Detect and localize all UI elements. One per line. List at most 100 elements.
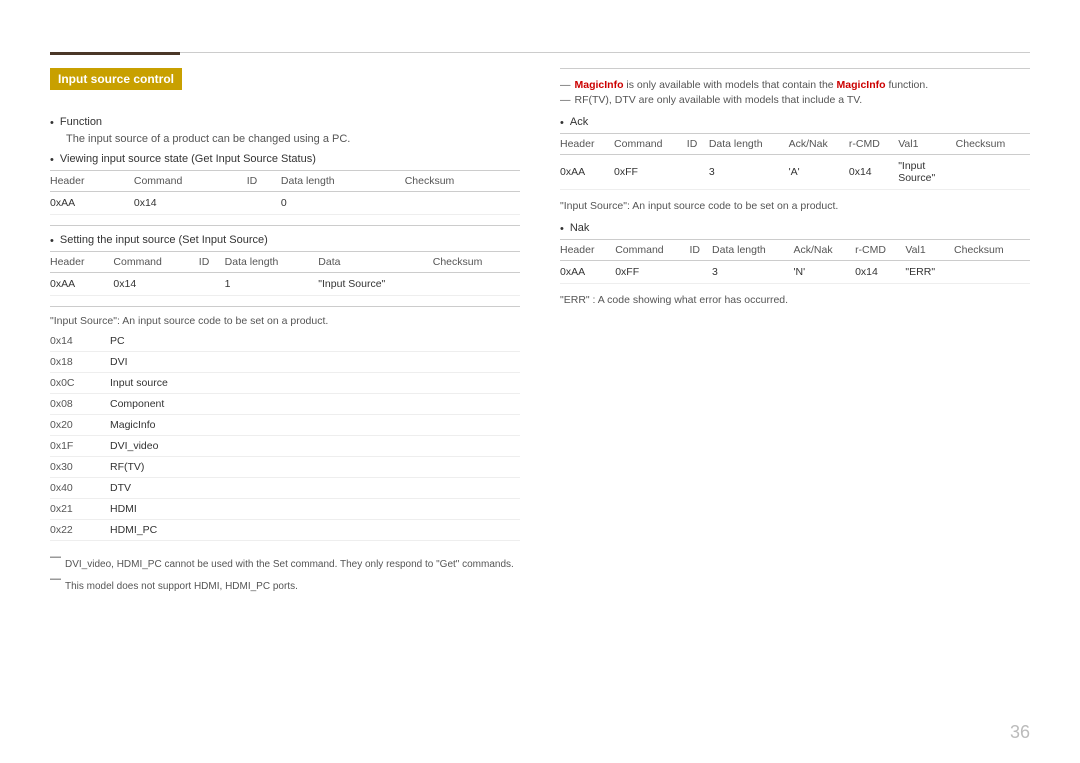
source-code-row: 0x1FDVI_video (50, 436, 520, 457)
source-code-hex: 0x40 (50, 478, 110, 499)
nak-cell-rcmd: 0x14 (855, 261, 905, 284)
footnote-2: — This model does not support HDMI, HDMI… (50, 573, 520, 592)
footnote-dash-1: — (50, 551, 61, 563)
setting-bullet: • Setting the input source (Set Input So… (50, 234, 520, 247)
nak-col-val1: Val1 (905, 240, 954, 261)
source-code-label: MagicInfo (110, 415, 520, 436)
source-code-row: 0x0CInput source (50, 373, 520, 394)
setting-table: Header Command ID Data length Data Check… (50, 251, 520, 296)
source-code-hex: 0x08 (50, 394, 110, 415)
nak-label: Nak (570, 222, 590, 234)
source-code-label: PC (110, 331, 520, 352)
source-code-row: 0x20MagicInfo (50, 415, 520, 436)
col-header-data: Data (318, 252, 432, 273)
cell-data: "Input Source" (318, 273, 432, 296)
ack-col-checksum: Checksum (956, 134, 1030, 155)
footnote-text-1: DVI_video, HDMI_PC cannot be used with t… (65, 559, 514, 570)
function-bullet: • Function (50, 116, 520, 129)
cell-header: 0xAA (50, 192, 134, 215)
nak-cell-acknak: 'N' (794, 261, 856, 284)
col-header-header: Header (50, 171, 134, 192)
source-code-hex: 0x30 (50, 457, 110, 478)
viewing-table: Header Command ID Data length Checksum 0… (50, 170, 520, 215)
source-code-label: HDMI_PC (110, 520, 520, 541)
source-code-row: 0x21HDMI (50, 499, 520, 520)
left-accent (50, 52, 180, 55)
nak-table: Header Command ID Data length Ack/Nak r-… (560, 239, 1030, 284)
source-code-row: 0x22HDMI_PC (50, 520, 520, 541)
right-top-rule (560, 68, 1030, 69)
source-code-label: RF(TV) (110, 457, 520, 478)
nak-col-header: Header (560, 240, 615, 261)
col-header-checksum2: Checksum (433, 252, 520, 273)
nak-col-acknak: Ack/Nak (794, 240, 856, 261)
source-code-hex: 0x14 (50, 331, 110, 352)
table-row: 0xAA 0x14 0 (50, 192, 520, 215)
source-code-hex: 0x0C (50, 373, 110, 394)
bullet-dot-3: • (50, 235, 54, 247)
magicinfo-bold-2: MagicInfo (837, 79, 886, 91)
nak-col-command: Command (615, 240, 689, 261)
col-header-command2: Command (113, 252, 198, 273)
source-code-row: 0x40DTV (50, 478, 520, 499)
nak-col-checksum: Checksum (954, 240, 1030, 261)
source-code-label: DVI_video (110, 436, 520, 457)
nak-section: • Nak Header Command ID Data length Ack/… (560, 222, 1030, 306)
ack-section: • Ack Header Command ID Data length Ack/… (560, 116, 1030, 212)
footnote-text-2: This model does not support HDMI, HDMI_P… (65, 581, 298, 592)
nak-bullet: • Nak (560, 222, 1030, 235)
source-code-label: DTV (110, 478, 520, 499)
footnote-dash-2: — (50, 573, 61, 585)
bullet-dot: • (50, 117, 54, 129)
col-header-id: ID (247, 171, 281, 192)
magicinfo-note-text: is only available with models that conta… (624, 79, 837, 91)
ack-col-id: ID (687, 134, 709, 155)
left-column: Input source control • Function The inpu… (50, 68, 520, 595)
function-sub: The input source of a product can be cha… (66, 133, 520, 145)
magicinfo-suffix: function. (886, 79, 929, 91)
ack-cell-header: 0xAA (560, 155, 614, 190)
setting-label: Setting the input source (Set Input Sour… (60, 234, 268, 246)
nak-cell-id (690, 261, 713, 284)
ack-col-val1: Val1 (898, 134, 955, 155)
ack-table-row: 0xAA 0xFF 3 'A' 0x14 "InputSource" (560, 155, 1030, 190)
magicinfo-note: — MagicInfo is only available with model… (560, 79, 1030, 91)
section-title: Input source control (50, 68, 182, 90)
col-header-header2: Header (50, 252, 113, 273)
nak-table-row: 0xAA 0xFF 3 'N' 0x14 "ERR" (560, 261, 1030, 284)
cell-checksum2 (433, 273, 520, 296)
ack-cell-datalen: 3 (709, 155, 789, 190)
viewing-label: Viewing input source state (Get Input So… (60, 153, 316, 165)
nak-cell-checksum (954, 261, 1030, 284)
nak-col-id: ID (690, 240, 713, 261)
cell-id2 (199, 273, 225, 296)
rf-note: — RF(TV), DTV are only available with mo… (560, 94, 1030, 106)
source-code-label: HDMI (110, 499, 520, 520)
source-code-hex: 0x18 (50, 352, 110, 373)
function-label: Function (60, 116, 102, 128)
nak-cell-command: 0xFF (615, 261, 689, 284)
cell-command: 0x14 (134, 192, 247, 215)
table-row-2: 0xAA 0x14 1 "Input Source" (50, 273, 520, 296)
source-codes-section: 0x14PC0x18DVI0x0CInput source0x08Compone… (50, 331, 520, 541)
top-rule (50, 52, 1030, 53)
ack-bullet: • Ack (560, 116, 1030, 129)
source-code-hex: 0x1F (50, 436, 110, 457)
col-header-checksum: Checksum (405, 171, 520, 192)
ack-label: Ack (570, 116, 588, 128)
bullet-dot-2: • (50, 154, 54, 166)
ack-cell-acknak: 'A' (789, 155, 849, 190)
ack-note: "Input Source": An input source code to … (560, 200, 1030, 212)
ack-col-datalen: Data length (709, 134, 789, 155)
viewing-bullet: • Viewing input source state (Get Input … (50, 153, 520, 166)
source-code-row: 0x30RF(TV) (50, 457, 520, 478)
nak-cell-header: 0xAA (560, 261, 615, 284)
source-note: "Input Source": An input source code to … (50, 315, 520, 327)
source-code-label: DVI (110, 352, 520, 373)
source-code-hex: 0x21 (50, 499, 110, 520)
cell-command2: 0x14 (113, 273, 198, 296)
right-column: — MagicInfo is only available with model… (560, 68, 1030, 595)
ack-col-rcmd: r-CMD (849, 134, 898, 155)
col-header-datalen: Data length (281, 171, 405, 192)
ack-cell-command: 0xFF (614, 155, 687, 190)
